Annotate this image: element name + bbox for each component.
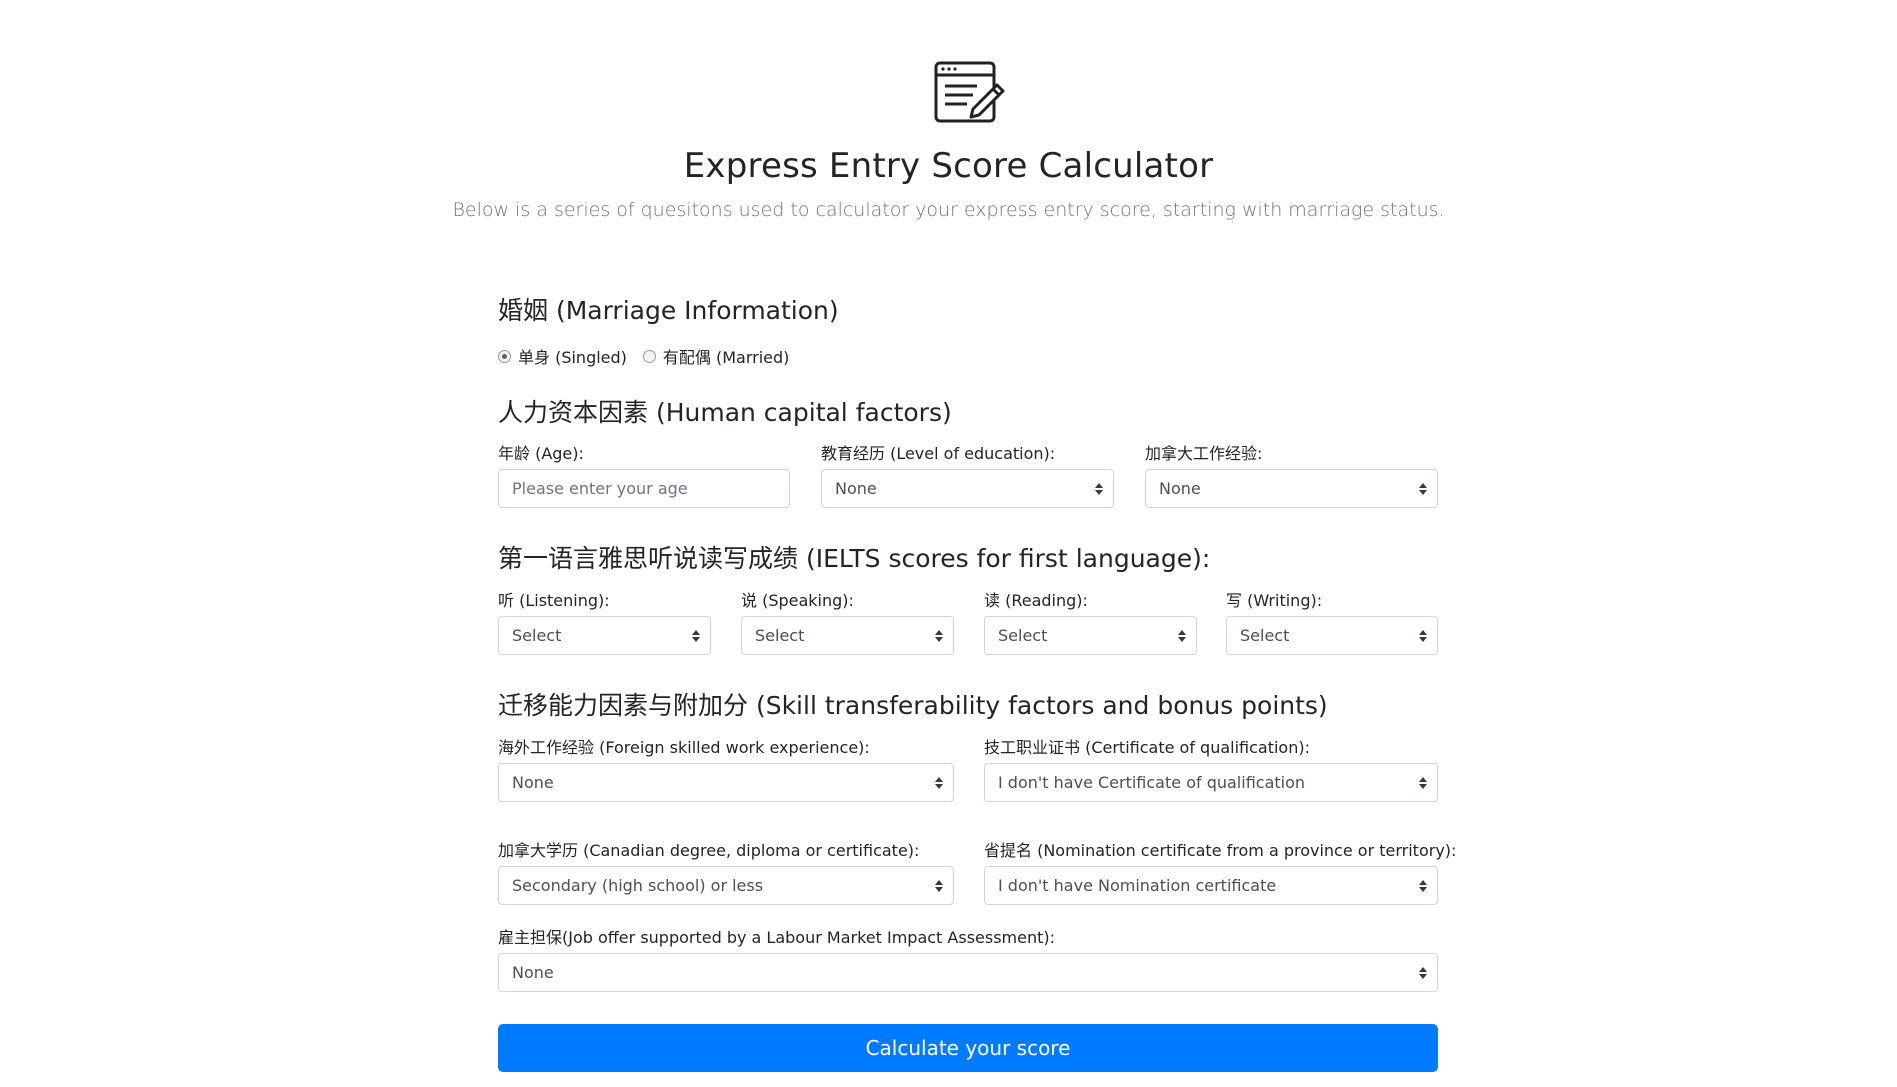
reading-label: 读 (Reading): xyxy=(984,591,1088,610)
marriage-radio-group: 单身 (Singled) 有配偶 (Married) xyxy=(498,344,805,368)
speaking-label: 说 (Speaking): xyxy=(741,591,854,610)
ielts-section-title: 第一语言雅思听说读写成绩 (IELTS scores for first lan… xyxy=(498,544,1211,573)
radio-married[interactable]: 有配偶 (Married) xyxy=(642,344,790,368)
select-arrows-icon xyxy=(1409,764,1437,801)
select-arrows-icon xyxy=(1085,470,1113,507)
certificate-label: 技工职业证书 (Certificate of qualification): xyxy=(984,738,1310,757)
nomination-label: 省提名 (Nomination certificate from a provi… xyxy=(984,841,1457,860)
education-select-value: None xyxy=(835,479,877,498)
skill-section-title: 迁移能力因素与附加分 (Skill transferability factor… xyxy=(498,691,1328,720)
select-arrows-icon xyxy=(1409,954,1437,991)
education-label: 教育经历 (Level of education): xyxy=(821,444,1056,463)
page-subtitle: Below is a series of quesitons used to c… xyxy=(452,199,1445,221)
reading-select[interactable]: Select xyxy=(984,616,1197,655)
select-arrows-icon xyxy=(1409,867,1437,904)
canada-work-select[interactable]: None xyxy=(1145,469,1438,508)
job-offer-label: 雇主担保(Job offer supported by a Labour Mar… xyxy=(498,928,1056,947)
select-arrows-icon xyxy=(925,617,953,654)
select-arrows-icon xyxy=(1409,617,1437,654)
listening-label: 听 (Listening): xyxy=(498,591,610,610)
select-arrows-icon xyxy=(1168,617,1196,654)
certificate-select-value: I don't have Certificate of qualificatio… xyxy=(998,773,1306,792)
radio-married-label: 有配偶 (Married) xyxy=(662,348,790,367)
age-input[interactable] xyxy=(498,469,790,508)
canadian-degree-label: 加拿大学历 (Canadian degree, diploma or certi… xyxy=(498,841,920,860)
job-offer-select-value: None xyxy=(512,963,554,982)
marriage-section-title: 婚姻 (Marriage Information) xyxy=(498,296,839,325)
speaking-select[interactable]: Select xyxy=(741,616,954,655)
foreign-work-select-value: None xyxy=(512,773,554,792)
listening-select[interactable]: Select xyxy=(498,616,711,655)
listening-select-value: Select xyxy=(512,626,562,645)
calculate-score-button[interactable]: Calculate your score xyxy=(498,1024,1438,1072)
select-arrows-icon xyxy=(682,617,710,654)
calculator-page: Express Entry Score Calculator Below is … xyxy=(0,0,1897,1087)
human-capital-section-title: 人力资本因素 (Human capital factors) xyxy=(498,398,952,427)
radio-single-label: 单身 (Singled) xyxy=(518,348,627,367)
writing-select-value: Select xyxy=(1240,626,1290,645)
speaking-select-value: Select xyxy=(755,626,805,645)
nomination-select[interactable]: I don't have Nomination certificate xyxy=(984,866,1438,905)
form-edit-icon xyxy=(934,61,1005,123)
foreign-work-label: 海外工作经验 (Foreign skilled work experience)… xyxy=(498,738,870,757)
canada-work-select-value: None xyxy=(1159,479,1201,498)
job-offer-select[interactable]: None xyxy=(498,953,1438,992)
canadian-degree-select-value: Secondary (high school) or less xyxy=(512,876,764,895)
radio-single[interactable]: 单身 (Singled) xyxy=(498,344,627,368)
foreign-work-select[interactable]: None xyxy=(498,763,954,802)
age-label: 年龄 (Age): xyxy=(498,444,584,463)
education-select[interactable]: None xyxy=(821,469,1114,508)
canada-work-label: 加拿大工作经验: xyxy=(1145,444,1263,463)
select-arrows-icon xyxy=(1409,470,1437,507)
nomination-select-value: I don't have Nomination certificate xyxy=(998,876,1277,895)
certificate-select[interactable]: I don't have Certificate of qualificatio… xyxy=(984,763,1438,802)
reading-select-value: Select xyxy=(998,626,1048,645)
radio-married-dot[interactable] xyxy=(642,349,656,363)
select-arrows-icon xyxy=(925,867,953,904)
page-title: Express Entry Score Calculator xyxy=(683,146,1214,186)
writing-label: 写 (Writing): xyxy=(1226,591,1323,610)
writing-select[interactable]: Select xyxy=(1226,616,1438,655)
canadian-degree-select[interactable]: Secondary (high school) or less xyxy=(498,866,954,905)
radio-single-dot[interactable] xyxy=(498,349,511,363)
select-arrows-icon xyxy=(925,764,953,801)
